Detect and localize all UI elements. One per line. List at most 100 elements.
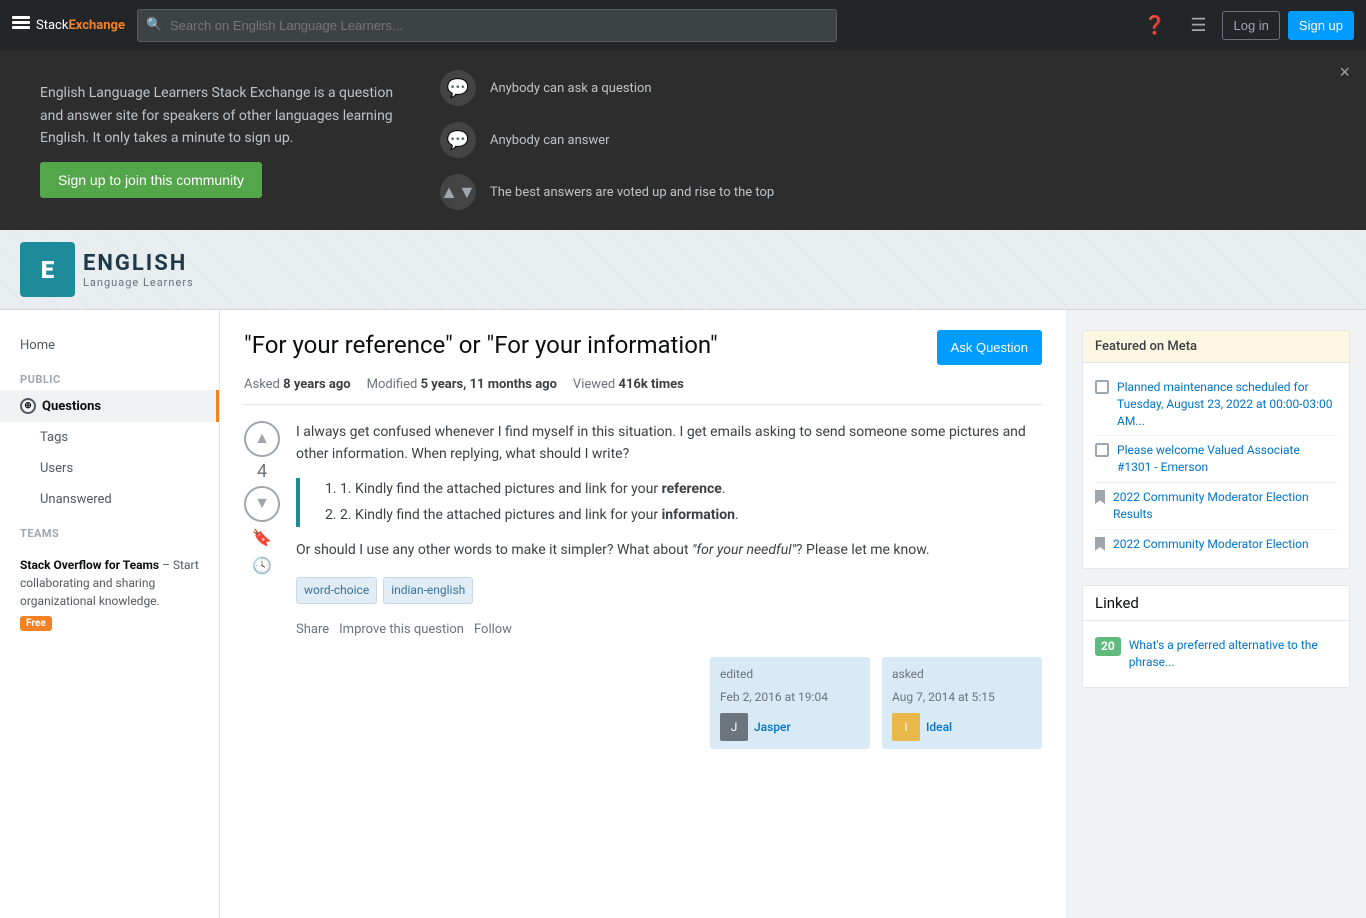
signup-button[interactable]: Sign up [1288, 11, 1354, 40]
blockquote: 1. Kindly find the attached pictures and… [296, 478, 1042, 527]
vote-count: 4 [257, 461, 267, 482]
bookmark-button[interactable]: 🔖 [250, 526, 274, 550]
main-layout: Home PUBLIC ⊕ Questions Tags Users Unans… [0, 310, 1366, 918]
brand-stack: StackExchange [36, 18, 125, 33]
globe-icon: ⊕ [20, 398, 36, 414]
feature-ask: 💬 Anybody can ask a question [440, 70, 774, 106]
ask-question-button[interactable]: Ask Question [937, 330, 1042, 365]
editor-label: edited [720, 665, 860, 684]
question-header: "For your reference" or "For your inform… [244, 330, 1042, 365]
login-button[interactable]: Log in [1222, 11, 1279, 40]
asker-info: I Ideal [892, 713, 1032, 741]
sidebar-item-users[interactable]: Users [0, 453, 219, 484]
brand-exchange: Exchange [68, 18, 125, 33]
vote-up-button[interactable]: ▲ [244, 421, 280, 457]
question-meta: Asked 8 years ago Modified 5 years, 11 m… [244, 377, 1042, 405]
information-bold: information [662, 507, 735, 523]
sidebar-teams-label: TEAMS [0, 515, 219, 544]
site-logo-sub: Language Learners [83, 276, 194, 289]
sidebar-item-questions[interactable]: ⊕ Questions [0, 390, 219, 422]
meta-link-0[interactable]: Planned maintenance scheduled for Tuesda… [1117, 379, 1337, 429]
site-logo-text: ENGLISH Language Learners [83, 251, 194, 289]
list-item-2: 2. Kindly find the attached pictures and… [340, 504, 1042, 526]
body-paragraph-1: I always get confused whenever I find my… [296, 421, 1042, 466]
meta-item-2: 2022 Community Moderator Election Result… [1095, 483, 1337, 530]
feature-answer-icon: 💬 [440, 122, 476, 158]
right-sidebar: Featured on Meta Planned maintenance sch… [1066, 310, 1366, 918]
linked-widget: Linked 20 What's a preferred alternative… [1082, 585, 1350, 688]
sidebar-item-tags[interactable]: Tags [0, 422, 219, 453]
asker-name[interactable]: Ideal [926, 718, 952, 737]
search-bar: 🔍 [137, 9, 837, 42]
sidebar-teams-section: Stack Overflow for Teams – Start collabo… [0, 544, 219, 643]
list-item-1: 1. Kindly find the attached pictures and… [340, 478, 1042, 500]
featured-meta-body: Planned maintenance scheduled for Tuesda… [1083, 363, 1349, 568]
sidebar-item-home[interactable]: Home [0, 330, 219, 361]
editor-date: Feb 2, 2016 at 19:04 [720, 688, 860, 707]
meta-item-0: Planned maintenance scheduled for Tuesda… [1095, 373, 1337, 436]
viewed-value: 416k times [618, 377, 683, 392]
sidebar-teams-text: Stack Overflow for Teams – Start collabo… [20, 556, 199, 610]
sidebar-item-unanswered[interactable]: Unanswered [0, 484, 219, 515]
meta-icon-2 [1095, 490, 1105, 504]
post-content: I always get confused whenever I find my… [296, 421, 1042, 749]
asker-avatar: I [892, 713, 920, 741]
meta-link-1[interactable]: Please welcome Valued Associate #1301 - … [1117, 442, 1337, 476]
sidebar-public-label: PUBLIC [0, 361, 219, 390]
site-logo[interactable]: E ENGLISH Language Learners [20, 242, 194, 297]
search-input[interactable] [137, 9, 837, 42]
brand-logo[interactable]: StackExchange [12, 16, 125, 34]
featured-meta-widget: Featured on Meta Planned maintenance sch… [1082, 330, 1350, 569]
tag-word-choice[interactable]: word-choice [296, 577, 377, 604]
editor-avatar: J [720, 713, 748, 741]
asker-label: asked [892, 665, 1032, 684]
banner-text-section: English Language Learners Stack Exchange… [40, 82, 400, 197]
modified-value: 5 years, 11 months ago [421, 377, 557, 392]
modified-label: Modified 5 years, 11 months ago [367, 377, 557, 392]
sidebar: Home PUBLIC ⊕ Questions Tags Users Unans… [0, 310, 220, 918]
feature-vote-icon: ▲▼ [440, 174, 476, 210]
asked-value: 8 years ago [283, 377, 351, 392]
viewed-label: Viewed 416k times [573, 377, 684, 392]
linked-badge-0: 20 [1095, 637, 1121, 656]
linked-item-0: 20 What's a preferred alternative to the… [1095, 631, 1337, 677]
needful-italic: "for your needful" [692, 542, 796, 558]
search-icon: 🔍 [146, 18, 162, 33]
meta-icon-0 [1095, 380, 1109, 394]
tag-indian-english[interactable]: indian-english [383, 577, 473, 604]
feature-ask-icon: 💬 [440, 70, 476, 106]
improve-link[interactable]: Improve this question [339, 620, 464, 641]
meta-link-2[interactable]: 2022 Community Moderator Election Result… [1113, 489, 1337, 523]
teams-name: Stack Overflow for Teams [20, 558, 159, 572]
share-link[interactable]: Share [296, 620, 329, 641]
help-icon-button[interactable]: ❓ [1136, 11, 1174, 40]
site-logo-main: ENGLISH [83, 251, 194, 276]
stack-icon [12, 16, 30, 34]
inbox-icon-button[interactable]: ☰ [1182, 11, 1214, 40]
feature-answer: 💬 Anybody can answer [440, 122, 774, 158]
banner-features: 💬 Anybody can ask a question 💬 Anybody c… [440, 70, 774, 210]
meta-icon-3 [1095, 537, 1105, 551]
follow-link[interactable]: Follow [474, 620, 512, 641]
feature-ask-text: Anybody can ask a question [490, 81, 652, 96]
meta-item-3: 2022 Community Moderator Election [1095, 530, 1337, 559]
meta-link-3[interactable]: 2022 Community Moderator Election [1113, 536, 1309, 553]
meta-item-1: Please welcome Valued Associate #1301 - … [1095, 436, 1337, 483]
asker-date: Aug 7, 2014 at 5:15 [892, 688, 1032, 707]
history-button[interactable]: 🕓 [250, 554, 274, 578]
asker-card: asked Aug 7, 2014 at 5:15 I Ideal [882, 657, 1042, 749]
editor-name[interactable]: Jasper [754, 718, 791, 737]
banner-close-button[interactable]: × [1339, 62, 1350, 83]
tags-row: word-choice indian-english [296, 577, 1042, 604]
feature-answer-text: Anybody can answer [490, 133, 610, 148]
reference-bold: reference [662, 481, 722, 497]
linked-link-0[interactable]: What's a preferred alternative to the ph… [1129, 637, 1337, 671]
sidebar-questions-label: Questions [42, 399, 101, 414]
linked-body: 20 What's a preferred alternative to the… [1083, 621, 1349, 687]
join-community-button[interactable]: Sign up to join this community [40, 162, 262, 198]
vote-down-button[interactable]: ▼ [244, 486, 280, 522]
post-actions: Share Improve this question Follow [296, 620, 1042, 641]
linked-header: Linked [1083, 586, 1349, 621]
site-logo-icon: E [20, 242, 75, 297]
topnav-actions: ❓ ☰ Log in Sign up [1136, 11, 1354, 40]
